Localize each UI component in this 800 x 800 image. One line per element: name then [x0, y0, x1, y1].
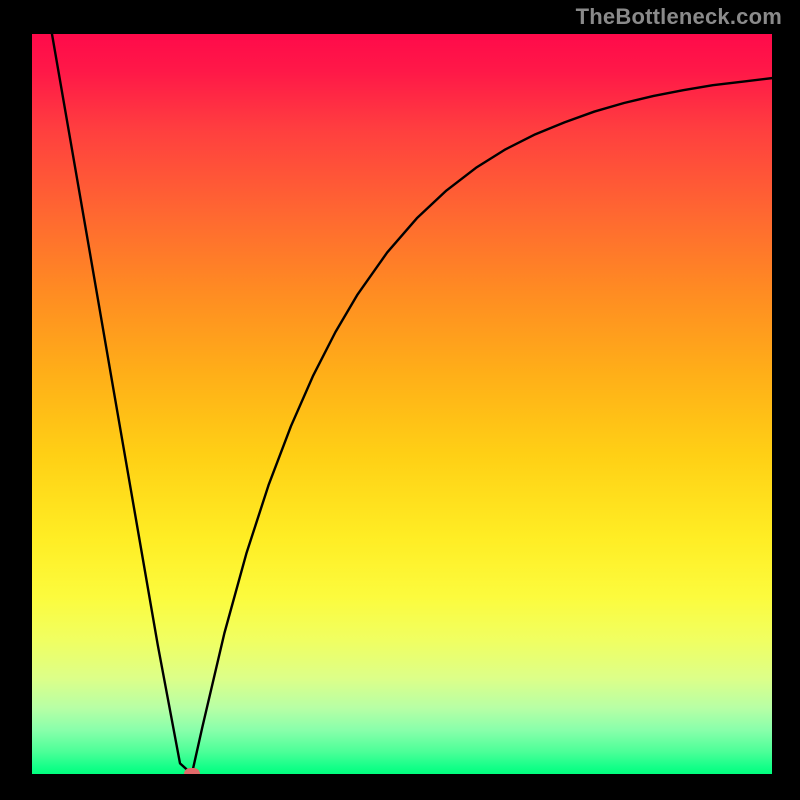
plot-area [32, 34, 772, 774]
chart-frame: TheBottleneck.com [0, 0, 800, 800]
min-marker [184, 768, 200, 774]
bottleneck-curve [32, 34, 772, 774]
watermark-text: TheBottleneck.com [576, 4, 782, 30]
curve-path [52, 34, 772, 774]
